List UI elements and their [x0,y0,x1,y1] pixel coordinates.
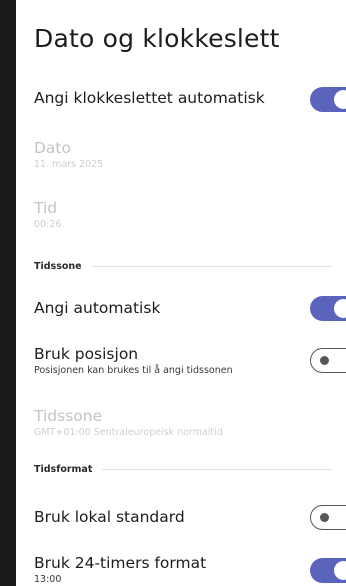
auto-timezone-row[interactable]: Angi automatisk [34,296,346,321]
date-label: Dato [34,139,71,157]
time-row: Tid 00:26 [34,199,346,230]
locale-default-row[interactable]: Bruk lokal standard [34,505,346,530]
toggle-knob [334,561,346,580]
auto-time-label: Angi klokkeslettet automatisk [34,89,265,107]
timezone-value: GMT+01:00 Sentraleuropeisk normaltid [34,427,223,438]
auto-time-toggle[interactable] [310,87,346,112]
auto-time-row[interactable]: Angi klokkeslettet automatisk [34,87,346,112]
time-value: 00:26 [34,219,62,230]
date-row: Dato 11. mars 2025 [34,139,346,170]
toggle-knob [334,90,346,109]
use-location-toggle[interactable] [310,348,346,373]
use-24h-example: 13:00 [34,574,62,585]
toggle-knob [320,355,329,365]
timezone-section-label: Tidssone [34,260,82,272]
use-24h-label: Bruk 24-timers format [34,554,207,572]
auto-timezone-toggle[interactable] [310,296,346,321]
locale-default-label: Bruk lokal standard [34,508,185,526]
section-divider [102,468,332,470]
page-title: Dato og klokkeslett [34,24,280,53]
time-label: Tid [34,199,58,217]
timezone-row: Tidssone GMT+01:00 Sentraleuropeisk norm… [34,407,346,438]
settings-screen: Dato og klokkeslett Angi klokkeslettet a… [16,0,346,586]
use-location-label: Bruk posisjon [34,345,139,363]
use-location-description: Posisjonen kan brukes til å angi tidsson… [34,365,233,376]
use-24h-row[interactable]: Bruk 24-timers format 13:00 [34,554,346,585]
format-section-label: Tidsformat [34,463,93,475]
format-section-header: Tidsformat [34,462,332,476]
section-divider [91,265,332,267]
date-value: 11. mars 2025 [34,159,104,170]
timezone-section-header: Tidssone [34,259,332,273]
use-24h-toggle[interactable] [310,558,346,583]
timezone-label: Tidssone [34,407,103,425]
toggle-knob [334,299,346,318]
toggle-knob [320,512,329,522]
auto-timezone-label: Angi automatisk [34,299,161,317]
locale-default-toggle[interactable] [310,505,346,530]
use-location-row[interactable]: Bruk posisjon Posisjonen kan brukes til … [34,345,346,376]
